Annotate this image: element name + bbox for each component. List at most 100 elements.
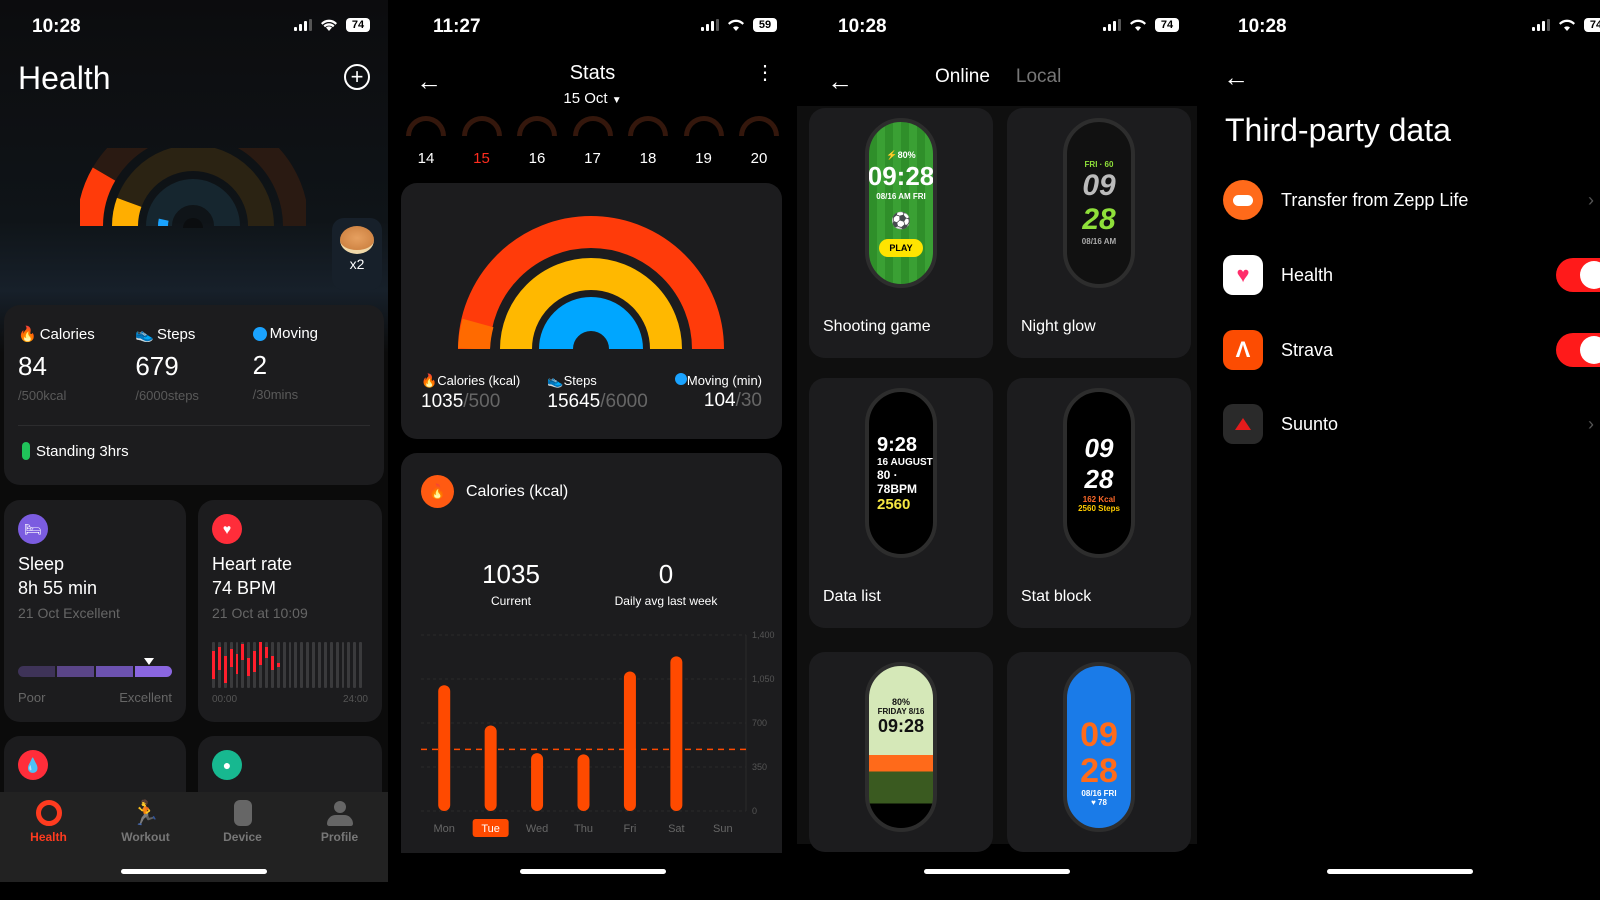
- summary-value: 1035: [421, 391, 464, 412]
- face-text: 80 · 78BPM: [877, 467, 918, 496]
- status-bar: 10:28 74: [797, 14, 1197, 40]
- heart-rate-card[interactable]: ♥ Heart rate 74 BPM 21 Oct at 10:09 00:0…: [198, 500, 382, 722]
- x-tick-label: Wed: [526, 823, 548, 835]
- mini-ring-icon: [683, 116, 724, 136]
- home-indicator: [1326, 869, 1473, 874]
- home-indicator: [924, 869, 1070, 874]
- x-tick-label: Tue: [481, 823, 500, 835]
- axis-end-label: 24:00: [342, 694, 368, 705]
- metric-value: 84: [18, 351, 47, 381]
- hr-bar: [312, 642, 316, 688]
- watch-face-name: Data list: [809, 566, 993, 628]
- wifi-icon: [728, 19, 744, 31]
- zepp-life-icon: [1223, 180, 1263, 220]
- day-item[interactable]: 14: [404, 116, 448, 167]
- summary-steps[interactable]: 👟Steps 15645/6000: [547, 373, 647, 413]
- hr-bar: [294, 642, 298, 688]
- face-text: 162 Kcal: [1082, 495, 1116, 504]
- back-arrow-icon[interactable]: ←: [1223, 62, 1249, 93]
- day-item[interactable]: 20: [737, 116, 781, 167]
- hr-bar: [306, 642, 310, 688]
- watch-face-card[interactable]: ⚡80% 09:28 08/16 AM FRI ⚽ PLAY Shooting …: [809, 108, 993, 358]
- watch-face-card[interactable]: 09 28 162 Kcal 2560 Steps Stat block: [1007, 378, 1191, 628]
- face-text: FRI · 60: [1084, 160, 1114, 169]
- health-screen: 10:28 74 Health + x2 🔥 Calories 84 /500kc…: [0, 0, 388, 882]
- home-indicator: [519, 869, 666, 874]
- status-time: 11:27: [433, 16, 481, 37]
- face-text: 08/16 FRI: [1081, 789, 1117, 798]
- watch-face-card[interactable]: 9:28 16 AUGUST 80 · 78BPM 2560 Data list: [809, 378, 993, 628]
- face-text: FRIDAY 8/16: [877, 707, 925, 716]
- hr-bar: [212, 642, 215, 688]
- back-arrow-icon[interactable]: ←: [827, 66, 853, 97]
- watch-face-card[interactable]: 80% FRIDAY 8/16 09:28: [809, 652, 993, 852]
- row-strava[interactable]: Λ Strava: [1223, 330, 1600, 370]
- strava-sync-toggle[interactable]: [1556, 333, 1600, 367]
- daily-summary-card: 🔥Calories (kcal) 1035/500 👟Steps 15645/6…: [401, 183, 782, 439]
- face-text: 28: [1080, 752, 1118, 790]
- tab-profile[interactable]: Profile: [300, 798, 380, 882]
- day-selector: 14 15 16 17 18 19 20: [404, 116, 781, 167]
- face-text: ⚡80%: [886, 149, 916, 160]
- metric-calories[interactable]: 🔥 Calories 84 /500kcal: [18, 325, 135, 404]
- watch-face-preview: FRI · 60 09 28 08/16 AM: [1063, 118, 1135, 288]
- day-item[interactable]: 19: [682, 116, 726, 167]
- metric-steps[interactable]: 👟 Steps 679 /6000steps: [135, 325, 252, 404]
- plus-circle-icon[interactable]: +: [344, 64, 370, 90]
- row-zepp-life[interactable]: Transfer from Zepp Life ›: [1223, 180, 1600, 220]
- summary-label: Steps: [563, 373, 597, 388]
- tab-label: Profile: [320, 830, 359, 844]
- sleep-card[interactable]: 🛏 Sleep 8h 55 min 21 Oct Excellent Poor …: [4, 500, 186, 722]
- cookie-icon: [340, 226, 374, 254]
- hr-bar: [247, 642, 251, 688]
- watch-face-card[interactable]: FRI · 60 09 28 08/16 AM Night glow: [1007, 108, 1191, 358]
- date-picker[interactable]: 15 Oct ▼: [390, 90, 795, 107]
- tab-online[interactable]: Online: [935, 66, 990, 88]
- summary-moving[interactable]: Moving (min) 104/30: [674, 373, 762, 413]
- heart-title: Heart rate: [212, 554, 293, 574]
- hr-bar: [259, 642, 263, 688]
- health-sync-toggle[interactable]: [1556, 258, 1600, 292]
- source-tabs: Online Local: [935, 66, 1061, 88]
- tab-health[interactable]: Health: [9, 798, 89, 882]
- face-text: 2560: [877, 495, 911, 513]
- hr-bar: [241, 642, 245, 688]
- shoe-icon: 👟: [135, 326, 155, 343]
- flame-icon: 🔥: [18, 326, 37, 343]
- signal-icon: [1532, 19, 1550, 31]
- y-tick-label: 350: [752, 762, 767, 772]
- watch-icon: [233, 800, 252, 826]
- reward-badge[interactable]: x2: [332, 218, 382, 290]
- current-label: Current: [490, 594, 531, 608]
- stats-rings: [458, 216, 724, 349]
- more-options-icon[interactable]: ⋮: [755, 63, 775, 83]
- scale-high-label: Excellent: [119, 690, 172, 705]
- calories-card[interactable]: 🔥 Calories (kcal) 1035 Current 0 Daily a…: [401, 453, 782, 853]
- heart-sub: 21 Oct at 10:09: [212, 605, 308, 621]
- standing-row[interactable]: Standing 3hrs: [4, 442, 384, 460]
- activity-summary-card[interactable]: 🔥 Calories 84 /500kcal 👟 Steps 679 /6000st…: [4, 305, 384, 485]
- status-time: 10:28: [1238, 16, 1287, 37]
- sleep-duration: 8h 55 min: [18, 578, 98, 598]
- tab-local[interactable]: Local: [1016, 66, 1061, 88]
- day-item[interactable]: 16: [515, 116, 559, 167]
- strava-icon: Λ: [1223, 330, 1263, 370]
- face-text: 08/16 AM FRI: [876, 191, 926, 201]
- face-text: 28: [1082, 203, 1116, 236]
- row-label: Health: [1281, 264, 1334, 285]
- watch-face-preview: 9:28 16 AUGUST 80 · 78BPM 2560: [865, 388, 937, 558]
- standing-label: Standing 3hrs: [36, 442, 129, 460]
- status-bar: 10:28 74: [0, 14, 388, 40]
- row-health[interactable]: ♥ Health: [1223, 255, 1600, 295]
- summary-calories[interactable]: 🔥Calories (kcal) 1035/500: [421, 373, 520, 413]
- bar-thu: [577, 754, 590, 811]
- day-item[interactable]: 15: [460, 116, 504, 167]
- day-item[interactable]: 18: [626, 116, 670, 167]
- mini-ring-icon: [572, 116, 613, 136]
- hr-bar: [288, 642, 292, 688]
- row-suunto[interactable]: Suunto ›: [1223, 404, 1600, 444]
- y-tick-label: 1,400: [752, 630, 775, 640]
- metric-moving[interactable]: Moving 2 /30mins: [252, 325, 370, 403]
- watch-face-card[interactable]: 09 28 08/16 FRI ♥ 78: [1007, 652, 1191, 852]
- day-item[interactable]: 17: [571, 116, 615, 167]
